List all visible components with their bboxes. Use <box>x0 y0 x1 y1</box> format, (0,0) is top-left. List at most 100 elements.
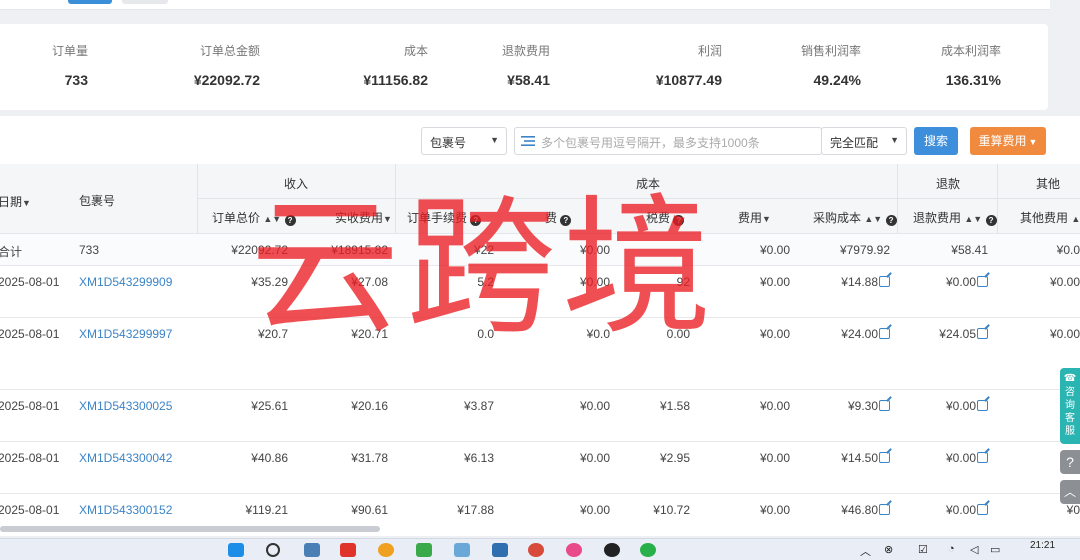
headset-icon: ☎ <box>1063 373 1077 384</box>
stat-value: ¥22092.72 <box>193 72 260 88</box>
header-refund-fee[interactable]: 退款费用 ▲▼ ? <box>913 209 997 226</box>
cell-actual-income: ¥90.61 <box>351 503 388 517</box>
cell-date: 合计 <box>0 245 23 259</box>
inactive-tab-indicator[interactable] <box>122 0 168 4</box>
match-mode-select[interactable]: 完全匹配 ▼ <box>821 127 907 155</box>
cell-tax: ¥2.95 <box>659 451 690 465</box>
cell-order-fee: ¥3.87 <box>463 399 494 413</box>
header-other-fee[interactable]: 其他费用 ▲▼ <box>1020 209 1080 226</box>
cell-purchase-cost: ¥24.00 <box>790 327 890 341</box>
cell-order-fee: ¥6.13 <box>463 451 494 465</box>
header-date[interactable]: 日期▼ <box>0 193 31 210</box>
stat-value: ¥58.41 <box>507 72 550 88</box>
stat-value: 733 <box>64 72 88 88</box>
cell-refund-fee: ¥0.00 <box>888 275 988 289</box>
cell-col5: ¥0.00 <box>579 451 610 465</box>
chevron-down-icon: ▼ <box>1028 137 1038 147</box>
search-button[interactable]: 搜索 <box>914 127 958 155</box>
package-link[interactable]: XM1D543299909 <box>79 275 172 289</box>
active-tab-indicator[interactable] <box>68 0 112 4</box>
recalculate-fee-label: 重算费用 <box>978 134 1027 148</box>
package-link[interactable]: XM1D543299997 <box>79 327 172 341</box>
chevron-down-icon: ▼ <box>890 135 899 145</box>
cell-date: 2025-08-01 <box>0 503 60 517</box>
customer-service-label: 咨询客服 <box>1065 387 1075 437</box>
stat-value: 136.31% <box>945 72 1001 88</box>
cell-refund-fee: ¥58.41 <box>951 243 988 257</box>
cell-tax: ¥10.72 <box>653 503 690 517</box>
windows-start-icon[interactable] <box>228 543 244 557</box>
cell-order-total: ¥25.61 <box>251 399 288 413</box>
stat-label: 退款费用 <box>501 44 550 58</box>
cell-col5: ¥0.00 <box>579 503 610 517</box>
clock[interactable]: 21:21 <box>1030 541 1055 551</box>
stat-order-total: 订单总金额 ¥22092.72 <box>180 42 260 88</box>
cell-col7: ¥0.00 <box>759 451 790 465</box>
checkbox-icon[interactable]: ☑ <box>918 543 928 556</box>
stat-cost-margin: 成本利润率 136.31% <box>935 42 1001 88</box>
cell-refund-fee: ¥0.00 <box>888 503 988 517</box>
cell-purchase-cost: ¥14.88 <box>790 275 890 289</box>
wps-icon[interactable] <box>340 543 356 557</box>
search-toolbar: 包裹号 ▼ 多个包裹号用逗号隔开，最多支持1000条 完全匹配 ▼ 搜索 重算费… <box>0 116 1080 164</box>
cell-other-fee: ¥0.00 <box>1049 327 1080 341</box>
cell-purchase-cost: ¥9.30 <box>790 399 890 413</box>
cell-actual-income: ¥20.16 <box>351 399 388 413</box>
close-circle-icon[interactable]: ⊗ <box>884 543 893 556</box>
battery-icon[interactable]: ▭ <box>990 543 1000 556</box>
watermark-text: 云跨境 <box>250 181 719 355</box>
cell-other-fee: ¥0.0 <box>1056 243 1080 257</box>
browser-icon[interactable] <box>378 543 394 557</box>
stat-value: ¥10877.49 <box>655 72 722 88</box>
wechat-icon[interactable] <box>640 543 656 557</box>
cell-purchase-cost: ¥14.50 <box>790 451 890 465</box>
ie-icon[interactable] <box>416 543 432 557</box>
help-button[interactable]: ? <box>1060 450 1080 474</box>
recalculate-fee-button[interactable]: 重算费用 ▼ <box>970 127 1046 155</box>
question-icon: ? <box>885 215 897 226</box>
package-link[interactable]: XM1D543300042 <box>79 451 172 465</box>
cell-purchase-cost: ¥46.80 <box>790 503 890 517</box>
stat-label: 成本利润率 <box>940 44 1001 58</box>
chevron-up-icon: ︿ <box>1063 485 1076 499</box>
wifi-icon[interactable]: ◔ <box>948 543 955 555</box>
search-icon[interactable] <box>266 543 280 557</box>
cell-col5: ¥0.00 <box>579 399 610 413</box>
stat-value: ¥11156.82 <box>363 72 428 88</box>
stat-order-count: 订单量 733 <box>40 42 88 88</box>
cell-actual-income: ¥31.78 <box>351 451 388 465</box>
app-icon[interactable] <box>566 543 582 557</box>
table-row: 2025-08-01 XM1D543300025 ¥25.61 ¥20.16 ¥… <box>0 390 1080 442</box>
match-mode-value: 完全匹配 <box>830 136 879 150</box>
taskbar: ︿ ⊗ ☑ ◔ ◁ ▭ 21:21 <box>0 538 1080 560</box>
horizontal-scrollbar[interactable] <box>0 526 380 532</box>
customer-service-button[interactable]: ☎ 咨询客服 <box>1060 368 1080 444</box>
back-to-top-button[interactable]: ︿ <box>1060 480 1080 504</box>
cell-date: 2025-08-01 <box>0 327 60 341</box>
qq-icon[interactable] <box>604 543 620 557</box>
stat-value: 49.24% <box>813 72 861 88</box>
header-purchase-cost[interactable]: 采购成本 ▲▼ ? <box>813 209 897 226</box>
search-input[interactable]: 多个包裹号用逗号隔开，最多支持1000条 <box>514 127 822 155</box>
group-header-refund: 退款 <box>936 177 961 191</box>
cell-col7: ¥0.00 <box>759 399 790 413</box>
stat-refund-fee: 退款费用 ¥58.41 <box>490 42 550 88</box>
cell-tax: ¥1.58 <box>659 399 690 413</box>
chrome-icon[interactable] <box>528 543 544 557</box>
stat-sales-margin: 销售利润率 49.24% <box>795 42 861 88</box>
chevron-up-icon[interactable]: ︿ <box>860 543 871 559</box>
question-icon: ? <box>1066 454 1074 470</box>
cell-purchase-cost: ¥7979.92 <box>839 243 890 257</box>
summary-panel: 订单量 733 订单总金额 ¥22092.72 成本 ¥11156.82 退款费… <box>0 24 1048 110</box>
image-viewer-icon[interactable] <box>454 543 470 557</box>
notes-icon[interactable] <box>492 543 508 557</box>
volume-icon[interactable]: ◁ <box>970 543 978 556</box>
calculator-icon[interactable] <box>304 543 320 557</box>
package-link[interactable]: XM1D543300025 <box>79 399 172 413</box>
search-field-select[interactable]: 包裹号 ▼ <box>421 127 507 155</box>
header-col7[interactable]: 费用▼ <box>738 209 771 226</box>
cell-refund-fee: ¥24.05 <box>888 327 988 341</box>
cell-order-total: ¥40.86 <box>251 451 288 465</box>
package-link[interactable]: XM1D543300152 <box>79 503 172 517</box>
cell-other-fee: ¥0 <box>1066 503 1080 517</box>
